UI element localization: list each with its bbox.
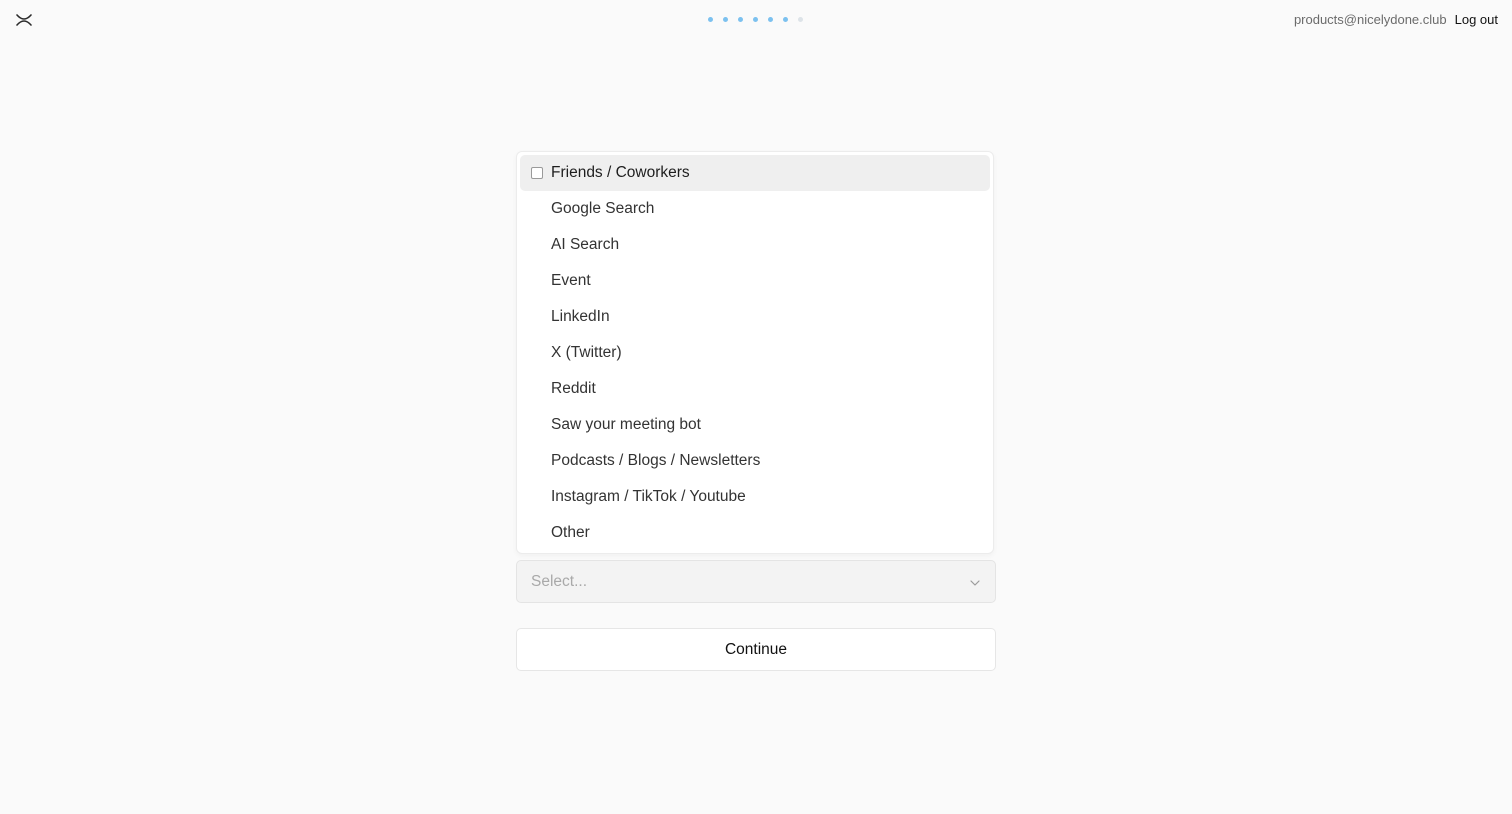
option-checkbox[interactable] [531,167,543,179]
option-label: Reddit [551,380,596,397]
option-instagram-tiktok-youtube[interactable]: Instagram / TikTok / Youtube [520,479,990,515]
logout-link[interactable]: Log out [1455,12,1498,27]
option-meeting-bot[interactable]: Saw your meeting bot [520,407,990,443]
option-x-twitter[interactable]: X (Twitter) [520,335,990,371]
chevron-down-icon [969,576,981,588]
source-select[interactable]: Select... [516,560,996,603]
progress-step-2 [723,17,728,22]
option-label: LinkedIn [551,308,610,325]
continue-button[interactable]: Continue [516,628,996,671]
option-label: Friends / Coworkers [551,164,690,181]
option-label: Google Search [551,200,655,217]
progress-indicator [708,17,803,22]
option-label: X (Twitter) [551,344,622,361]
account-area: products@nicelydone.club Log out [1294,12,1498,27]
progress-step-5 [768,17,773,22]
logo-icon[interactable] [14,10,34,30]
option-label: Other [551,524,590,541]
select-placeholder: Select... [531,573,587,590]
account-email: products@nicelydone.club [1293,12,1447,27]
source-options-menu: Friends / Coworkers Google Search AI Sea… [516,151,994,554]
option-label: Podcasts / Blogs / Newsletters [551,452,761,469]
option-linkedin[interactable]: LinkedIn [520,299,990,335]
option-other[interactable]: Other [520,515,990,551]
progress-step-6 [783,17,788,22]
option-label: Saw your meeting bot [551,416,701,433]
progress-step-1 [708,17,713,22]
option-label: Event [551,272,591,289]
progress-step-7 [798,17,803,22]
top-bar: products@nicelydone.club Log out [0,0,1512,40]
progress-step-4 [753,17,758,22]
option-podcasts-blogs-newsletters[interactable]: Podcasts / Blogs / Newsletters [520,443,990,479]
option-reddit[interactable]: Reddit [520,371,990,407]
option-ai-search[interactable]: AI Search [520,227,990,263]
option-google-search[interactable]: Google Search [520,191,990,227]
option-event[interactable]: Event [520,263,990,299]
option-friends-coworkers[interactable]: Friends / Coworkers [520,155,990,191]
option-label: Instagram / TikTok / Youtube [551,488,746,505]
progress-step-3 [738,17,743,22]
option-label: AI Search [551,236,620,253]
